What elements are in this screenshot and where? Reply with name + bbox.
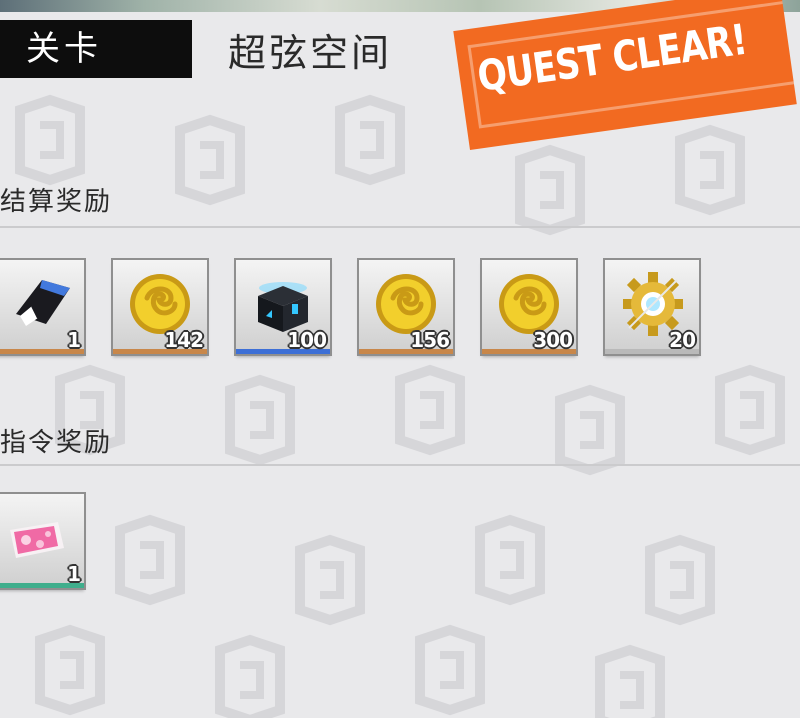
reward-item-gold-coin[interactable]: 300 (482, 260, 576, 354)
settlement-divider (0, 226, 800, 228)
item-quantity: 300 (533, 328, 573, 352)
reward-item-supply-box[interactable]: 100 (236, 260, 330, 354)
stage-tag: 关卡 (0, 20, 192, 78)
item-quantity: 1 (67, 562, 81, 586)
stage-name: 超弦空间 (228, 31, 393, 75)
settlement-rewards-title: 结算奖励 (0, 187, 113, 217)
item-quantity: 156 (410, 328, 450, 352)
item-quantity: 1 (67, 328, 81, 352)
reward-item-black-card[interactable]: 1 (0, 260, 84, 354)
reward-item-pink-ticket[interactable]: 1 (0, 494, 84, 588)
pink-ticket-icon (10, 522, 64, 558)
quest-clear-stamp: QUEST CLEAR! (453, 0, 797, 151)
black-card-icon (16, 280, 70, 326)
item-quantity: 100 (287, 328, 327, 352)
command-divider (0, 464, 800, 466)
reward-item-gold-coin[interactable]: 156 (359, 260, 453, 354)
reward-item-gear-crystal[interactable]: 20 (605, 260, 699, 354)
item-quantity: 142 (164, 328, 204, 352)
item-quantity: 20 (669, 328, 696, 352)
command-rewards-title: 指令奖励 (0, 428, 113, 458)
reward-item-gold-coin[interactable]: 142 (113, 260, 207, 354)
